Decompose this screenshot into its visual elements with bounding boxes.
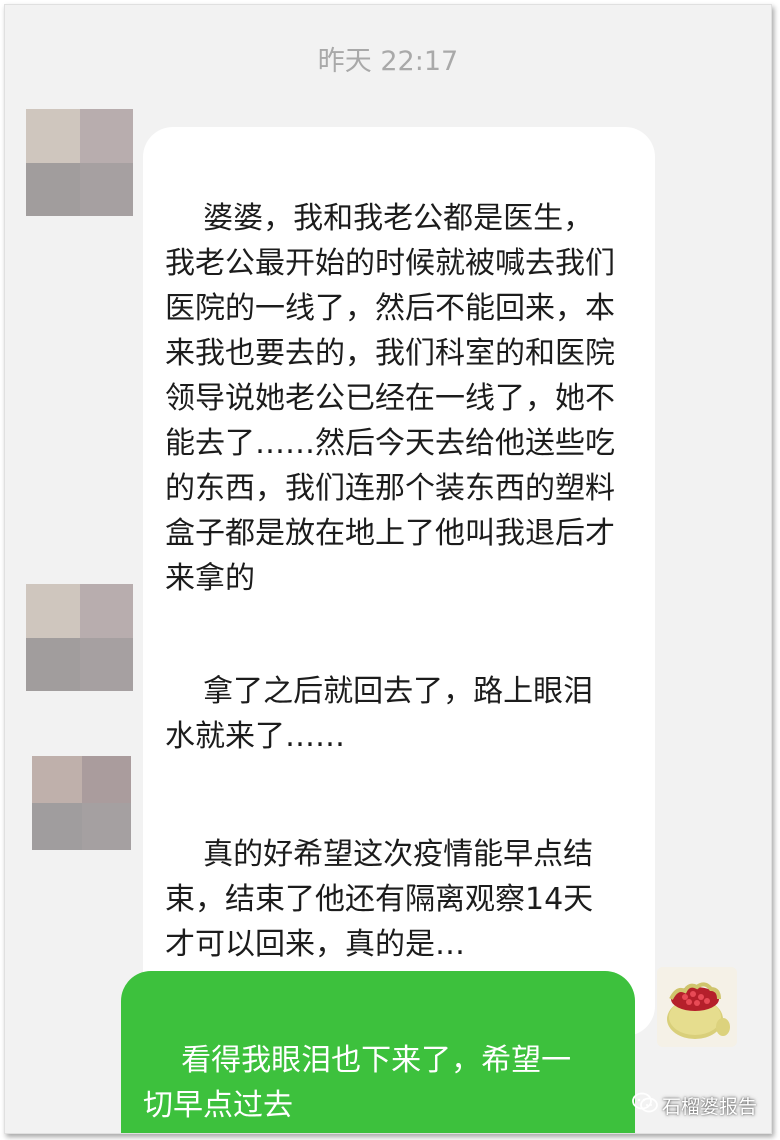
message-text: 婆婆，我和我老公都是医生，我老公最开始的时候就被喊去我们医院的一线了，然后不能回… — [165, 201, 615, 596]
incoming-message-bubble[interactable]: 婆婆，我和我老公都是医生，我老公最开始的时候就被喊去我们医院的一线了，然后不能回… — [143, 127, 655, 670]
message-text: 拿了之后就回去了，路上眼泪水就来了…… — [165, 674, 594, 754]
chat-window: 昨天 22:17 婆婆，我和我老公都是医生，我老公最开始的时候就被喊去我们医院的… — [4, 4, 772, 1134]
contact-avatar[interactable] — [32, 756, 131, 850]
contact-avatar[interactable] — [26, 109, 133, 216]
message-text: 看得我眼泪也下来了，希望一切早点过去 — [143, 1043, 572, 1123]
contact-avatar[interactable] — [26, 584, 133, 691]
watermark-text: 石榴婆报告 — [661, 1096, 757, 1118]
chat-timestamp: 昨天 22:17 — [317, 46, 459, 77]
watermark: 石榴婆报告 — [632, 1092, 757, 1119]
outgoing-message-bubble[interactable]: 看得我眼泪也下来了，希望一切早点过去 — [121, 971, 635, 1133]
pomegranate-avatar-icon[interactable] — [657, 967, 737, 1047]
message-text: 真的好希望这次疫情能早点结束，结束了他还有隔离观察14天才可以回来，真的是… — [165, 837, 594, 962]
wechat-logo-icon — [632, 1092, 658, 1119]
